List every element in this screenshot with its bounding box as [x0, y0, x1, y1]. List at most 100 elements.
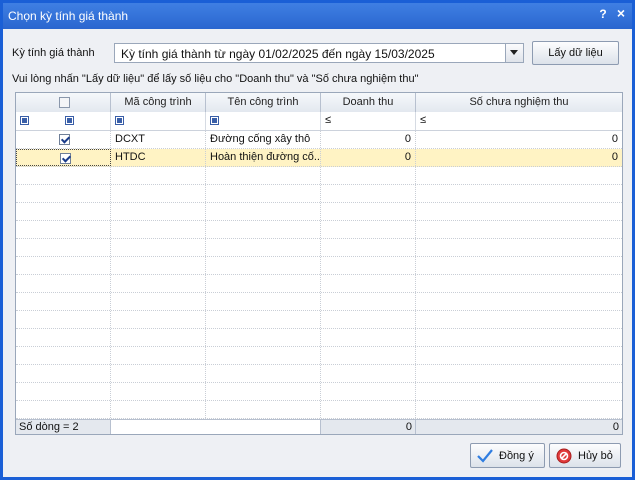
- hint-text: Vui lòng nhấn "Lấy dữ liệu" để lấy số li…: [12, 73, 419, 85]
- row-count: Số dòng = 2: [16, 420, 111, 434]
- cell-unaccepted[interactable]: 0: [416, 131, 622, 148]
- empty-cell: [416, 185, 622, 202]
- empty-cell: [206, 203, 321, 220]
- empty-cell: [321, 293, 416, 310]
- empty-row: [16, 167, 622, 185]
- filter-operator-icon[interactable]: [65, 116, 74, 125]
- empty-cell: [416, 365, 622, 382]
- empty-cell: [16, 239, 111, 256]
- empty-cell: [16, 365, 111, 382]
- filter-cell-unaccepted[interactable]: ≤: [416, 112, 622, 130]
- filter-row: ≤ ≤: [16, 112, 622, 131]
- empty-cell: [16, 167, 111, 184]
- filter-cell-name[interactable]: [206, 112, 321, 130]
- column-header-revenue[interactable]: Doanh thu: [321, 93, 416, 112]
- empty-cell: [111, 293, 206, 310]
- empty-cell: [416, 311, 622, 328]
- empty-cell: [111, 365, 206, 382]
- empty-cell: [16, 275, 111, 292]
- empty-cell: [416, 203, 622, 220]
- empty-cell: [321, 185, 416, 202]
- empty-row: [16, 401, 622, 419]
- empty-cell: [416, 257, 622, 274]
- empty-cell: [111, 257, 206, 274]
- period-label: Kỳ tính giá thành: [12, 47, 95, 59]
- empty-cell: [111, 275, 206, 292]
- filter-cell-revenue[interactable]: ≤: [321, 112, 416, 130]
- empty-cell: [416, 275, 622, 292]
- fetch-data-button[interactable]: Lấy dữ liệu: [532, 41, 619, 65]
- empty-cell: [111, 221, 206, 238]
- empty-cell: [321, 401, 416, 418]
- filter-cell-code[interactable]: [111, 112, 206, 130]
- grid-header: Mã công trình Tên công trình Doanh thu S…: [16, 93, 622, 113]
- chevron-down-icon: [510, 50, 518, 55]
- empty-cell: [321, 275, 416, 292]
- empty-cell: [321, 167, 416, 184]
- empty-cell: [416, 383, 622, 400]
- filter-operator-icon[interactable]: [115, 116, 124, 125]
- cell-revenue[interactable]: 0: [321, 149, 416, 166]
- empty-cell: [111, 167, 206, 184]
- empty-cell: [206, 383, 321, 400]
- filter-operator-icon[interactable]: [20, 116, 29, 125]
- empty-cell: [321, 239, 416, 256]
- table-row[interactable]: DCXT Đường cống xây thô 0 0: [16, 131, 622, 149]
- empty-cell: [111, 383, 206, 400]
- projects-grid: Mã công trình Tên công trình Doanh thu S…: [15, 92, 623, 435]
- period-combobox[interactable]: Kỳ tính giá thành từ ngày 01/02/2025 đến…: [114, 43, 524, 63]
- filter-le-icon: ≤: [325, 114, 332, 126]
- empty-cell: [111, 203, 206, 220]
- empty-cell: [321, 365, 416, 382]
- cancel-button[interactable]: Hủy bỏ: [549, 443, 621, 468]
- filter-cell-select: [16, 112, 111, 130]
- empty-cell: [16, 293, 111, 310]
- empty-row: [16, 329, 622, 347]
- help-icon[interactable]: ?: [596, 7, 610, 23]
- empty-row: [16, 383, 622, 401]
- empty-cell: [16, 347, 111, 364]
- row-checkbox[interactable]: [60, 153, 71, 164]
- empty-cell: [206, 401, 321, 418]
- empty-cell: [16, 221, 111, 238]
- empty-row: [16, 365, 622, 383]
- empty-cell: [416, 221, 622, 238]
- ok-button[interactable]: Đồng ý: [470, 443, 545, 468]
- ok-label: Đồng ý: [499, 450, 534, 462]
- empty-cell: [111, 347, 206, 364]
- cell-name: Đường cống xây thô: [206, 131, 321, 148]
- filter-le-icon: ≤: [420, 114, 427, 126]
- table-row[interactable]: HTDC Hoàn thiện đường cố... 0 0: [16, 149, 622, 167]
- empty-cell: [321, 329, 416, 346]
- empty-row: [16, 347, 622, 365]
- empty-cell: [206, 293, 321, 310]
- empty-cell: [416, 347, 622, 364]
- footer-blank: [111, 420, 321, 434]
- empty-row: [16, 221, 622, 239]
- empty-cell: [206, 275, 321, 292]
- empty-row: [16, 311, 622, 329]
- empty-cell: [206, 365, 321, 382]
- cancel-icon: [556, 448, 572, 464]
- empty-row: [16, 203, 622, 221]
- column-header-unaccepted[interactable]: Số chưa nghiệm thu: [416, 93, 622, 112]
- filter-operator-icon[interactable]: [210, 116, 219, 125]
- column-header-name[interactable]: Tên công trình: [206, 93, 321, 112]
- cell-revenue[interactable]: 0: [321, 131, 416, 148]
- empty-cell: [16, 257, 111, 274]
- row-checkbox[interactable]: [59, 134, 70, 145]
- empty-cell: [111, 311, 206, 328]
- select-all-checkbox[interactable]: [59, 97, 70, 108]
- empty-cell: [16, 401, 111, 418]
- empty-cell: [16, 203, 111, 220]
- dropdown-button[interactable]: [505, 44, 523, 62]
- empty-cell: [416, 239, 622, 256]
- column-header-code[interactable]: Mã công trình: [111, 93, 206, 112]
- unaccepted-total: 0: [612, 421, 619, 433]
- close-icon[interactable]: ×: [614, 5, 628, 21]
- empty-cell: [206, 347, 321, 364]
- empty-cell: [16, 383, 111, 400]
- cell-unaccepted[interactable]: 0: [416, 149, 622, 166]
- empty-cell: [206, 257, 321, 274]
- empty-row: [16, 257, 622, 275]
